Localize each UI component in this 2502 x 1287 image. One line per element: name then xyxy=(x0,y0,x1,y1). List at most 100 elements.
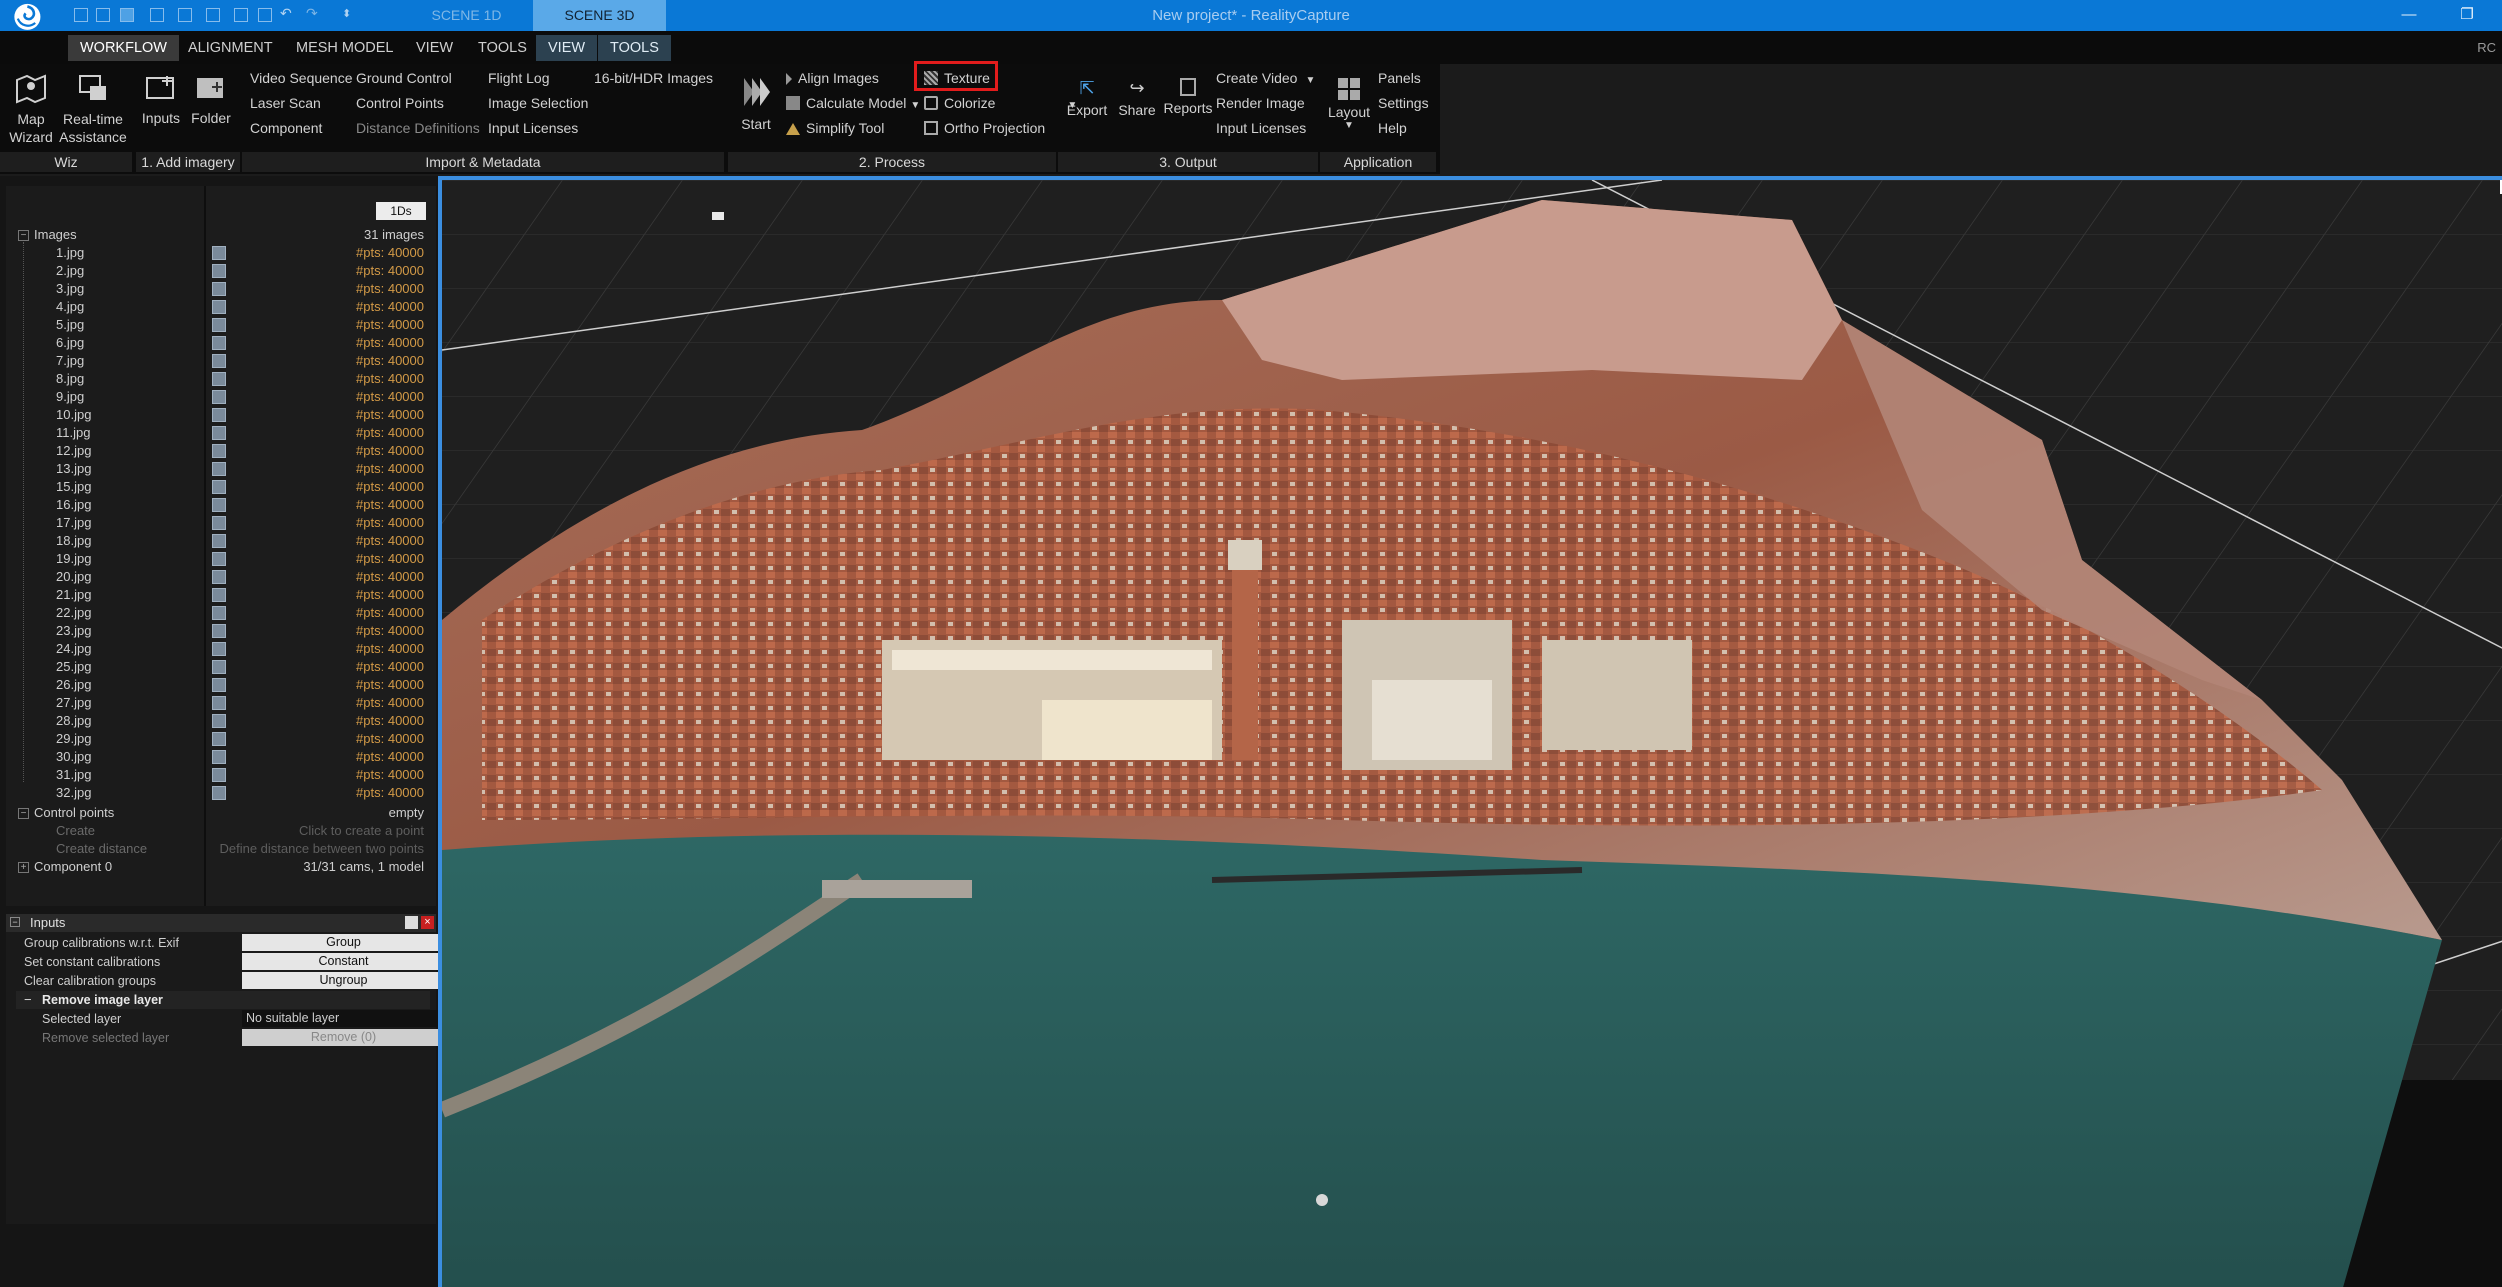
image-item[interactable]: 2.jpg xyxy=(56,262,84,280)
colorize-button[interactable]: Colorize ▼ xyxy=(924,95,1077,111)
image-item[interactable]: 28.jpg xyxy=(56,712,91,730)
undo-icon[interactable]: ↶ xyxy=(280,5,294,21)
control-points-button[interactable]: Control Points xyxy=(356,95,444,111)
image-thumbnail-icon[interactable] xyxy=(212,264,226,278)
image-thumbnail-icon[interactable] xyxy=(212,570,226,584)
image-item[interactable]: 32.jpg xyxy=(56,784,91,802)
image-item[interactable]: 30.jpg xyxy=(56,748,91,766)
create-point-node[interactable]: Create xyxy=(56,822,95,840)
menu-tools-scene[interactable]: TOOLS xyxy=(598,35,671,61)
constant-button[interactable]: Constant xyxy=(242,953,445,970)
image-item[interactable]: 25.jpg xyxy=(56,658,91,676)
group-button[interactable]: Group xyxy=(242,934,445,951)
layout-3-icon[interactable] xyxy=(120,8,134,22)
inputs-button[interactable]: Inputs xyxy=(138,70,184,126)
folder-button[interactable]: Folder xyxy=(188,70,234,126)
ortho-projection-button[interactable]: Ortho Projection xyxy=(924,120,1045,136)
panel-close-icon[interactable]: × xyxy=(421,916,434,929)
image-item[interactable]: 15.jpg xyxy=(56,478,91,496)
create-video-button[interactable]: Create Video ▼ xyxy=(1216,70,1315,86)
mode-1ds-button[interactable]: 1Ds xyxy=(376,202,426,220)
layout-4-icon[interactable] xyxy=(150,8,164,22)
realtime-assistance-button[interactable]: Real-time Assistance xyxy=(58,70,128,146)
component-expand-icon[interactable]: + xyxy=(18,862,29,873)
calculate-model-dropdown-icon[interactable]: ▼ xyxy=(910,100,920,111)
image-thumbnail-icon[interactable] xyxy=(212,642,226,656)
laser-scan-button[interactable]: Laser Scan xyxy=(250,95,321,111)
selected-layer-field[interactable]: No suitable layer xyxy=(242,1010,445,1027)
image-item[interactable]: 21.jpg xyxy=(56,586,91,604)
tab-scene-3d[interactable]: SCENE 3D xyxy=(533,0,666,31)
image-thumbnail-icon[interactable] xyxy=(212,696,226,710)
image-item[interactable]: 11.jpg xyxy=(56,424,90,442)
image-item[interactable]: 24.jpg xyxy=(56,640,91,658)
image-thumbnail-icon[interactable] xyxy=(212,624,226,638)
remove-button[interactable]: Remove (0) xyxy=(242,1029,445,1046)
share-button[interactable]: ↪ Share xyxy=(1114,78,1160,118)
control-points-collapse-icon[interactable]: − xyxy=(18,808,29,819)
image-item[interactable]: 22.jpg xyxy=(56,604,91,622)
ground-control-button[interactable]: Ground Control xyxy=(356,70,452,86)
image-thumbnail-icon[interactable] xyxy=(212,300,226,314)
images-node[interactable]: Images xyxy=(34,226,77,244)
image-thumbnail-icon[interactable] xyxy=(212,318,226,332)
image-thumbnail-icon[interactable] xyxy=(212,678,226,692)
image-thumbnail-icon[interactable] xyxy=(212,354,226,368)
image-thumbnail-icon[interactable] xyxy=(212,732,226,746)
image-item[interactable]: 6.jpg xyxy=(56,334,84,352)
minimize-icon[interactable]: — xyxy=(2398,4,2420,26)
distance-definitions-button[interactable]: Distance Definitions xyxy=(356,120,480,136)
image-item[interactable]: 1.jpg xyxy=(56,244,84,262)
export-button[interactable]: ⇱ Export xyxy=(1064,78,1110,118)
images-collapse-icon[interactable]: − xyxy=(18,230,29,241)
restore-icon[interactable]: ❐ xyxy=(2456,4,2478,26)
image-item[interactable]: 31.jpg xyxy=(56,766,91,784)
image-item[interactable]: 8.jpg xyxy=(56,370,84,388)
redo-icon[interactable]: ↷ xyxy=(306,5,320,21)
image-item[interactable]: 7.jpg xyxy=(56,352,84,370)
image-thumbnail-icon[interactable] xyxy=(212,480,226,494)
control-points-node[interactable]: Control points xyxy=(34,804,114,822)
image-item[interactable]: 18.jpg xyxy=(56,532,91,550)
image-item[interactable]: 20.jpg xyxy=(56,568,91,586)
menu-view-scene[interactable]: VIEW xyxy=(536,35,598,61)
panel-undock-icon[interactable] xyxy=(405,916,418,929)
image-thumbnail-icon[interactable] xyxy=(212,660,226,674)
create-distance-node[interactable]: Create distance xyxy=(56,840,147,858)
render-image-button[interactable]: Render Image xyxy=(1216,95,1305,111)
image-item[interactable]: 12.jpg xyxy=(56,442,91,460)
image-thumbnail-icon[interactable] xyxy=(212,282,226,296)
image-thumbnail-icon[interactable] xyxy=(212,408,226,422)
layout-dropdown-icon[interactable]: ▼ xyxy=(1326,120,1372,131)
help-button[interactable]: Help xyxy=(1378,120,1407,136)
image-item[interactable]: 19.jpg xyxy=(56,550,91,568)
image-item[interactable]: 23.jpg xyxy=(56,622,91,640)
image-thumbnail-icon[interactable] xyxy=(212,372,226,386)
simplify-tool-button[interactable]: Simplify Tool xyxy=(786,120,884,136)
image-item[interactable]: 4.jpg xyxy=(56,298,84,316)
image-thumbnail-icon[interactable] xyxy=(212,552,226,566)
video-sequence-button[interactable]: Video Sequence xyxy=(250,70,353,86)
menu-view[interactable]: VIEW xyxy=(404,35,465,61)
image-thumbnail-icon[interactable] xyxy=(212,534,226,548)
3d-viewport[interactable] xyxy=(438,176,2502,1287)
input-licenses-output-button[interactable]: Input Licenses xyxy=(1216,120,1306,136)
layout-2-icon[interactable] xyxy=(96,8,110,22)
ungroup-button[interactable]: Ungroup xyxy=(242,972,445,989)
flight-log-button[interactable]: Flight Log xyxy=(488,70,549,86)
image-item[interactable]: 16.jpg xyxy=(56,496,91,514)
image-thumbnail-icon[interactable] xyxy=(212,390,226,404)
layout-button[interactable]: Layout ▼ xyxy=(1326,78,1372,131)
component-button[interactable]: Component xyxy=(250,120,322,136)
calculate-model-button[interactable]: Calculate Model ▼ xyxy=(786,95,920,111)
layout-7-icon[interactable] xyxy=(234,8,248,22)
image-selection-button[interactable]: Image Selection xyxy=(488,95,588,111)
image-item[interactable]: 13.jpg xyxy=(56,460,91,478)
tab-scene-1d[interactable]: SCENE 1D xyxy=(400,0,533,31)
start-button[interactable]: Start xyxy=(736,72,776,132)
image-thumbnail-icon[interactable] xyxy=(212,606,226,620)
menu-mesh-model[interactable]: MESH MODEL xyxy=(284,35,406,61)
image-thumbnail-icon[interactable] xyxy=(212,714,226,728)
create-video-dropdown-icon[interactable]: ▼ xyxy=(1305,75,1315,86)
settings-button[interactable]: Settings xyxy=(1378,95,1429,111)
